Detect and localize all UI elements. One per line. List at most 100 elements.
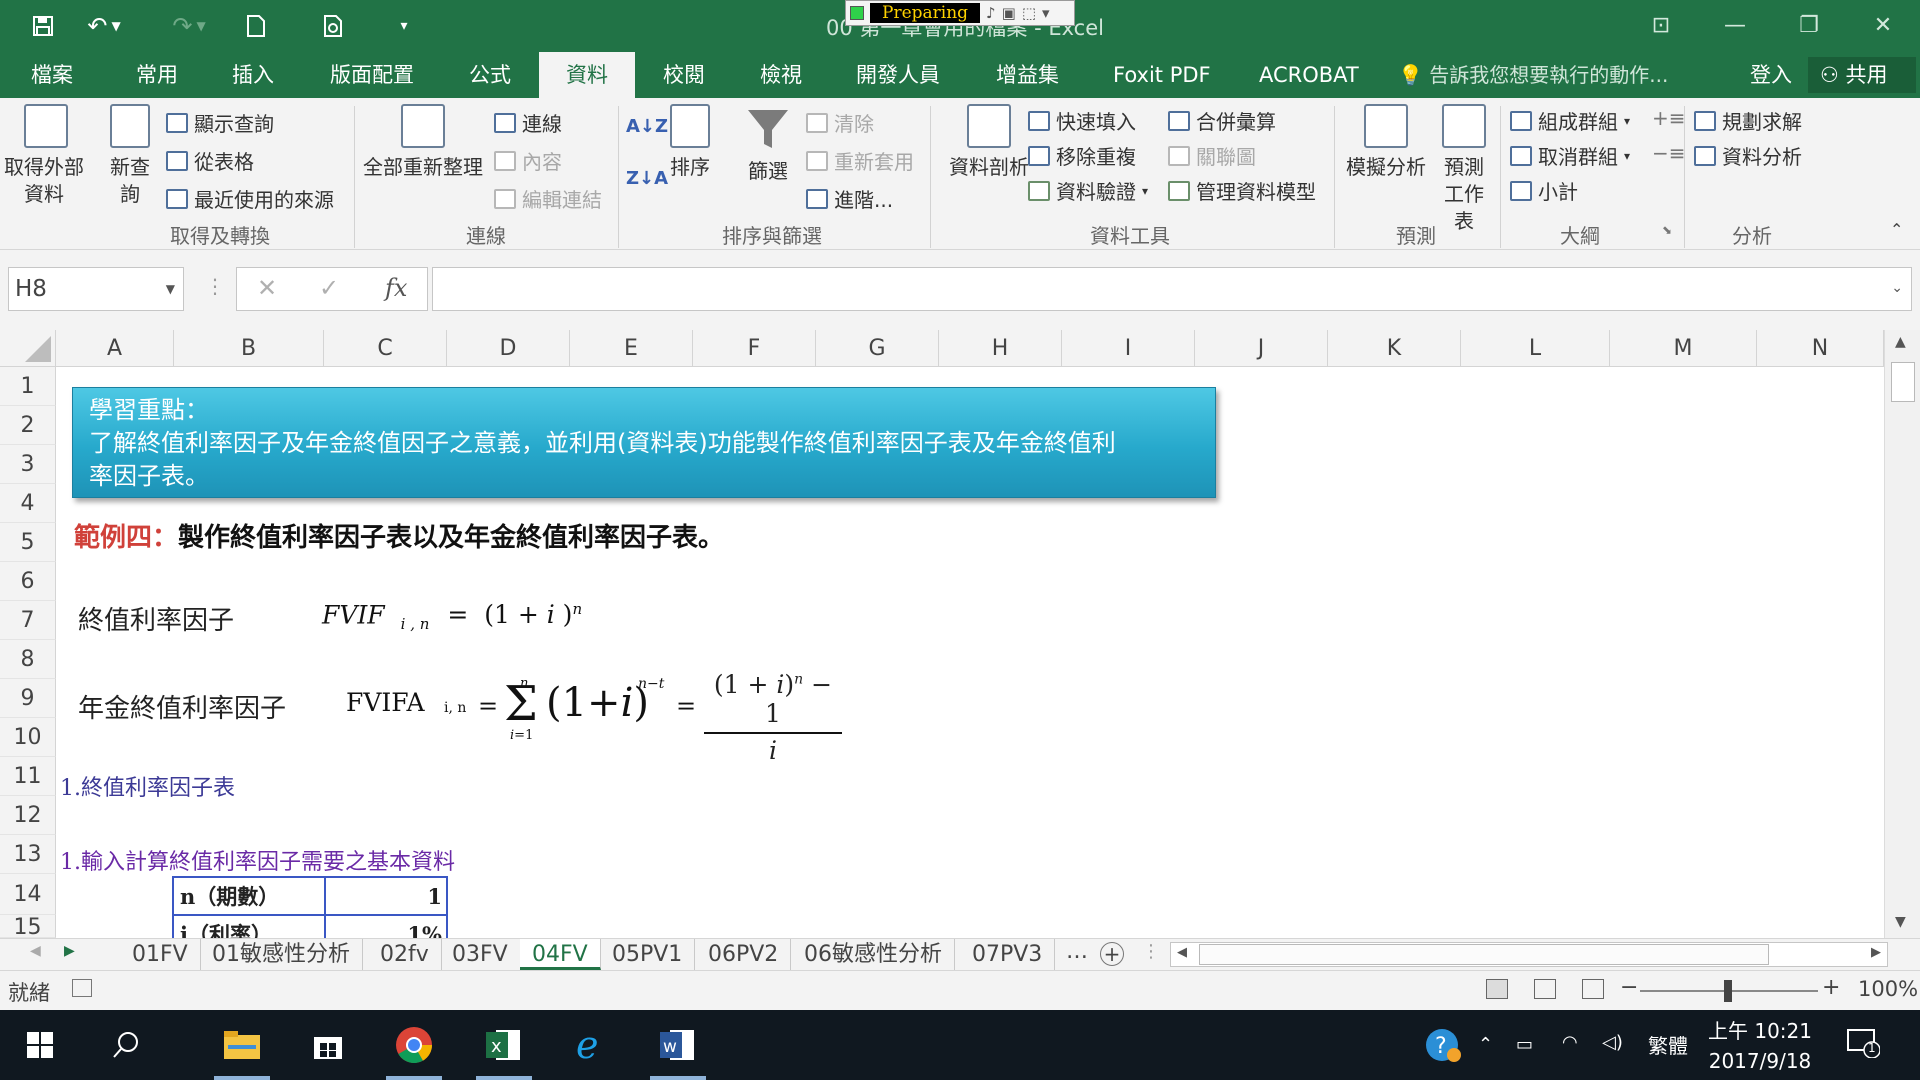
sheet-tab[interactable]: 02fv: [368, 939, 442, 970]
group-button[interactable]: 組成群組 ▾: [1510, 106, 1630, 135]
formula-bar-grip-icon[interactable]: ⋮: [205, 274, 225, 298]
properties-button[interactable]: 內容: [494, 146, 562, 175]
row-header[interactable]: 13: [0, 835, 56, 874]
print-preview-icon[interactable]: [314, 9, 354, 43]
hide-detail-icon[interactable]: −≡: [1652, 141, 1686, 165]
zoom-slider-thumb[interactable]: [1724, 980, 1732, 1002]
scroll-left-icon[interactable]: ◀: [1177, 945, 1187, 960]
subtotal-button[interactable]: 小計: [1510, 176, 1578, 205]
table-cell[interactable]: n（期數）: [172, 876, 326, 916]
data-analysis-button[interactable]: 資料分析: [1694, 141, 1802, 170]
sort-button[interactable]: 排序: [662, 104, 718, 181]
column-header[interactable]: I: [1062, 330, 1195, 367]
column-header[interactable]: H: [939, 330, 1062, 367]
show-query-button[interactable]: 顯示查詢: [166, 108, 274, 137]
collapse-ribbon-icon[interactable]: ⌃: [1890, 220, 1903, 239]
column-header[interactable]: E: [570, 330, 693, 367]
reapply-button[interactable]: 重新套用: [806, 146, 914, 175]
outline-dialog-launcher-icon[interactable]: ⬊: [1662, 223, 1672, 237]
row-header[interactable]: 7: [0, 601, 56, 640]
column-header[interactable]: G: [816, 330, 939, 367]
clear-filter-button[interactable]: 清除: [806, 108, 874, 137]
word-icon[interactable]: w: [650, 1020, 706, 1080]
windows-start-icon[interactable]: [12, 1020, 68, 1070]
chevron-down-icon[interactable]: ▼: [166, 268, 175, 310]
file-explorer-icon[interactable]: [214, 1020, 270, 1080]
region-icon[interactable]: ⬚: [1022, 4, 1036, 22]
new-document-icon[interactable]: [236, 9, 276, 43]
select-all-button[interactable]: [0, 330, 56, 367]
advanced-filter-button[interactable]: 進階...: [806, 184, 893, 213]
tab-file[interactable]: 檔案: [31, 52, 73, 98]
row-header[interactable]: 11: [0, 757, 56, 796]
enter-icon[interactable]: ✓: [319, 274, 339, 302]
column-header[interactable]: K: [1328, 330, 1461, 367]
excel-icon[interactable]: x: [476, 1020, 532, 1080]
filter-button[interactable]: 篩選: [740, 104, 796, 185]
sheet-tab[interactable]: 05PV1: [600, 939, 696, 970]
tab-data[interactable]: 資料: [539, 52, 635, 98]
close-icon[interactable]: ✕: [1860, 8, 1906, 42]
refresh-all-button[interactable]: 全部重新整理: [358, 104, 488, 181]
scroll-right-icon[interactable]: ▶: [1871, 945, 1881, 960]
recent-sources-button[interactable]: 最近使用的來源: [166, 184, 334, 213]
column-header[interactable]: L: [1461, 330, 1610, 367]
sheet-tab[interactable]: 06PV2: [696, 939, 792, 970]
row-header[interactable]: 9: [0, 679, 56, 718]
tab-acrobat[interactable]: ACROBAT: [1259, 52, 1359, 98]
row-header[interactable]: 1: [0, 367, 56, 406]
row-header[interactable]: 8: [0, 640, 56, 679]
wifi-icon[interactable]: ◠: [1562, 1032, 1578, 1053]
restore-icon[interactable]: ❐: [1786, 8, 1832, 42]
zoom-out-icon[interactable]: −: [1620, 975, 1638, 1000]
show-detail-icon[interactable]: +≡: [1652, 106, 1686, 130]
battery-icon[interactable]: ▭: [1516, 1034, 1533, 1055]
camera-icon[interactable]: ▣: [1002, 4, 1016, 22]
new-query-button[interactable]: 新查詢: [100, 104, 160, 208]
ime-indicator[interactable]: 繁體: [1648, 1030, 1688, 1059]
sheet-tab[interactable]: 01敏感性分析: [200, 939, 363, 970]
sheet-tab[interactable]: 03FV: [440, 939, 521, 970]
row-header[interactable]: 4: [0, 484, 56, 523]
from-table-button[interactable]: 從表格: [166, 146, 254, 175]
scroll-down-icon[interactable]: ▼: [1895, 914, 1906, 930]
tab-addins[interactable]: 增益集: [996, 52, 1059, 98]
column-header[interactable]: B: [174, 330, 324, 367]
ribbon-display-options-icon[interactable]: ⊡: [1638, 8, 1684, 42]
recorder-toolbar[interactable]: Preparing ♪ ▣ ⬚ ▾: [845, 0, 1075, 26]
scroll-tabs-left-icon[interactable]: ◀: [30, 943, 41, 959]
row-header[interactable]: 5: [0, 523, 56, 562]
row-header[interactable]: 10: [0, 718, 56, 757]
sheet-tab[interactable]: 01FV: [120, 939, 201, 970]
get-external-data-button[interactable]: 取得外部資料: [2, 104, 90, 208]
flash-fill-button[interactable]: 快速填入: [1028, 106, 1136, 135]
internet-explorer-icon[interactable]: e: [564, 1020, 620, 1070]
mic-icon[interactable]: ♪: [986, 4, 996, 22]
forecast-sheet-button[interactable]: 預測工作表: [1432, 104, 1496, 235]
sheet-tab-active[interactable]: 04FV: [520, 939, 601, 970]
page-layout-view-icon[interactable]: [1534, 979, 1556, 999]
row-header[interactable]: 3: [0, 445, 56, 484]
ungroup-button[interactable]: 取消群組 ▾: [1510, 141, 1630, 170]
tell-me-search[interactable]: 💡 告訴我您想要執行的動作...: [1398, 52, 1668, 98]
scroll-thumb[interactable]: [1199, 944, 1769, 965]
column-header[interactable]: D: [447, 330, 570, 367]
table-cell[interactable]: 1: [324, 876, 448, 916]
minimize-icon[interactable]: —: [1712, 8, 1758, 42]
consolidate-button[interactable]: 合併彙算: [1168, 106, 1276, 135]
connections-button[interactable]: 連線: [494, 108, 562, 137]
scroll-up-icon[interactable]: ▲: [1895, 334, 1906, 350]
what-if-analysis-button[interactable]: 模擬分析: [1338, 104, 1434, 181]
row-header[interactable]: 12: [0, 796, 56, 835]
zoom-level[interactable]: 100%: [1858, 977, 1918, 1001]
normal-view-icon[interactable]: [1486, 979, 1508, 999]
expand-formula-icon[interactable]: ⌄: [1891, 280, 1903, 296]
redo-icon[interactable]: ↷ ▼: [164, 9, 214, 43]
row-header[interactable]: 15: [0, 915, 56, 940]
solver-button[interactable]: 規劃求解: [1694, 106, 1802, 135]
sign-in-link[interactable]: 登入: [1750, 52, 1792, 98]
undo-icon[interactable]: ↶ ▼: [76, 9, 132, 43]
scroll-tabs-right-icon[interactable]: ▶: [64, 943, 75, 959]
tab-foxit-pdf[interactable]: Foxit PDF: [1113, 52, 1211, 98]
relationships-button[interactable]: 關聯圖: [1168, 141, 1256, 170]
